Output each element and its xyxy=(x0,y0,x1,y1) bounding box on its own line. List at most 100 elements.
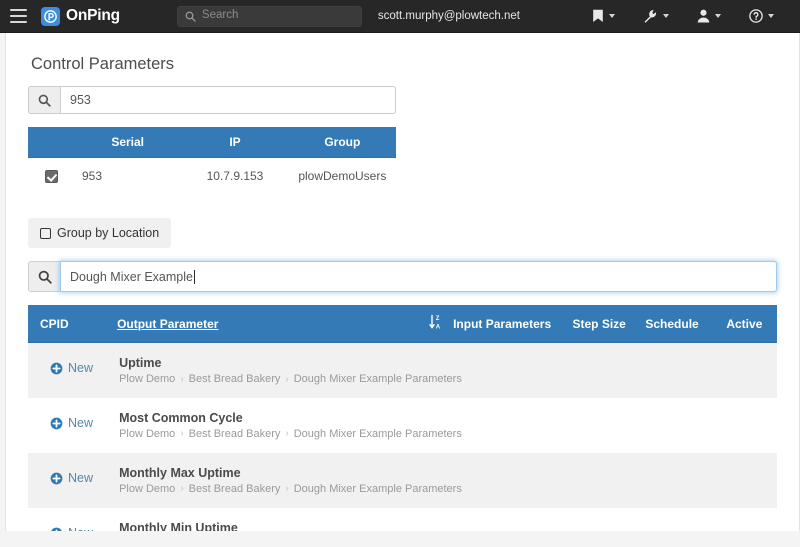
parameter-search-input[interactable]: Dough Mixer Example xyxy=(60,261,777,293)
table-row[interactable]: New Most Common Cycle Plow Demo › Best B… xyxy=(28,397,777,453)
serial-table-header-row: Serial IP Group xyxy=(28,127,396,158)
table-row[interactable]: 953 10.7.9.153 plowDemoUsers xyxy=(28,157,396,195)
serial-table-head: Serial IP Group xyxy=(28,127,396,158)
account-menu[interactable] xyxy=(683,9,735,23)
search-icon xyxy=(185,11,196,22)
bookmark-icon xyxy=(593,9,603,22)
parameter-table-body: New Uptime Plow Demo › Best Bread Bakery… xyxy=(28,342,777,531)
bookmarks-menu[interactable] xyxy=(578,9,629,23)
serial-col-ip[interactable]: IP xyxy=(181,127,289,158)
svg-text:Z: Z xyxy=(436,317,440,323)
global-search-input[interactable]: Search xyxy=(176,5,362,27)
param-col-sort[interactable]: Z A xyxy=(420,305,454,344)
user-email-label: scott.murphy@plowtech.net xyxy=(377,10,520,22)
hamburger-icon[interactable] xyxy=(10,9,27,23)
group-by-location-button[interactable]: Group by Location xyxy=(28,218,172,249)
param-col-output-parameter[interactable]: Output Parameter xyxy=(117,305,421,344)
breadcrumb-item: Dough Mixer Example Parameters xyxy=(293,482,462,495)
chevron-right-icon: › xyxy=(180,428,184,440)
table-row[interactable]: New Monthly Min Uptime Plow Demo › Best … xyxy=(28,507,777,531)
parameter-search-value: Dough Mixer Example xyxy=(70,269,193,284)
new-label: New xyxy=(68,361,94,376)
serial-row-serial: 953 xyxy=(74,157,182,195)
chevron-right-icon: › xyxy=(285,373,289,385)
serial-table-body: 953 10.7.9.153 plowDemoUsers xyxy=(28,157,396,195)
serial-row-checkbox-cell xyxy=(28,157,74,195)
help-menu[interactable] xyxy=(735,9,788,23)
sort-alpha-desc-icon[interactable]: Z A xyxy=(429,314,444,333)
row-output-cell: Monthly Min Uptime Plow Demo › Best Brea… xyxy=(117,507,777,531)
search-icon xyxy=(38,94,51,107)
output-parameter-name: Uptime xyxy=(119,356,162,371)
plus-circle-icon xyxy=(50,417,63,429)
serial-row-group: plowDemoUsers xyxy=(288,157,396,195)
row-new-cell: New xyxy=(28,397,118,453)
breadcrumb: Plow Demo › Best Bread Bakery › Dough Mi… xyxy=(119,428,776,440)
breadcrumb-item: Best Bread Bakery xyxy=(188,427,281,440)
chevron-down-icon xyxy=(715,14,721,18)
row-output-cell: Uptime Plow Demo › Best Bread Bakery › D… xyxy=(117,342,777,398)
top-navbar: OnPing Search scott.murphy@plowtech.net xyxy=(0,0,800,33)
brand-name: OnPing xyxy=(66,7,120,24)
group-by-location-label: Group by Location xyxy=(57,226,160,241)
serial-search-input[interactable]: 953 xyxy=(60,86,396,114)
group-by-location-checkbox[interactable] xyxy=(40,227,51,239)
parameter-table-header-row: CPID Output Parameter Z A Input Paramete… xyxy=(28,305,777,344)
breadcrumb-item: Best Bread Bakery xyxy=(188,482,281,495)
page-title: Control Parameters xyxy=(31,55,175,73)
plus-circle-icon xyxy=(50,472,63,484)
page-body: Control Parameters 953 Serial IP Group 9… xyxy=(0,33,800,547)
output-parameter-name: Monthly Min Uptime xyxy=(119,520,238,531)
param-col-input-parameters: Input Parameters xyxy=(453,305,573,344)
parameter-search-icon-button[interactable] xyxy=(28,261,60,293)
chevron-down-icon xyxy=(663,14,669,18)
output-parameter-name: Monthly Max Uptime xyxy=(119,465,241,480)
serial-search-icon-button[interactable] xyxy=(28,86,60,114)
chevron-down-icon xyxy=(768,14,774,18)
new-button[interactable]: New xyxy=(50,361,93,375)
chevron-right-icon: › xyxy=(285,483,289,495)
parameter-search-wrap: Dough Mixer Example xyxy=(28,261,777,293)
question-circle-icon xyxy=(749,9,763,23)
breadcrumb-item: Dough Mixer Example Parameters xyxy=(293,373,462,386)
row-new-cell: New xyxy=(28,342,118,398)
content-panel: Control Parameters 953 Serial IP Group 9… xyxy=(5,33,800,531)
global-search-placeholder: Search xyxy=(201,9,239,22)
breadcrumb-item: Plow Demo xyxy=(119,427,176,440)
search-icon xyxy=(38,270,52,284)
output-parameter-name: Most Common Cycle xyxy=(119,410,243,425)
new-button[interactable]: New xyxy=(50,526,93,531)
brand-logo-link[interactable]: OnPing xyxy=(41,6,120,26)
new-label: New xyxy=(68,526,93,531)
plus-circle-icon xyxy=(51,527,62,531)
plus-circle-icon xyxy=(50,362,63,375)
table-row[interactable]: New Uptime Plow Demo › Best Bread Bakery… xyxy=(28,342,777,398)
serial-col-select xyxy=(28,127,74,158)
wrench-icon xyxy=(644,9,656,23)
serial-table: Serial IP Group 953 10.7.9.153 plowDemoU… xyxy=(28,127,396,195)
new-label: New xyxy=(68,416,94,431)
breadcrumb-item: Best Bread Bakery xyxy=(188,373,281,386)
chevron-down-icon xyxy=(609,14,615,18)
param-col-cpid: CPID xyxy=(28,305,118,344)
serial-row-checkbox[interactable] xyxy=(44,170,58,184)
person-icon xyxy=(697,9,710,23)
parameter-table: CPID Output Parameter Z A Input Paramete… xyxy=(28,305,777,531)
parameter-table-head: CPID Output Parameter Z A Input Paramete… xyxy=(28,305,777,344)
new-button[interactable]: New xyxy=(50,416,93,430)
text-cursor xyxy=(193,269,195,284)
breadcrumb-item: Plow Demo xyxy=(119,482,176,495)
output-parameter-sort-link[interactable]: Output Parameter xyxy=(117,317,218,331)
table-row[interactable]: New Monthly Max Uptime Plow Demo › Best … xyxy=(28,452,777,508)
new-label: New xyxy=(68,471,94,486)
row-new-cell: New xyxy=(28,452,118,508)
serial-col-serial[interactable]: Serial xyxy=(74,127,182,158)
serial-col-group[interactable]: Group xyxy=(288,127,396,158)
tools-menu[interactable] xyxy=(629,9,683,24)
serial-search-group: 953 xyxy=(28,86,396,114)
serial-row-ip: 10.7.9.153 xyxy=(181,157,289,195)
svg-text:A: A xyxy=(436,325,441,331)
breadcrumb: Plow Demo › Best Bread Bakery › Dough Mi… xyxy=(119,373,776,385)
new-button[interactable]: New xyxy=(50,471,93,485)
chevron-right-icon: › xyxy=(285,428,289,440)
